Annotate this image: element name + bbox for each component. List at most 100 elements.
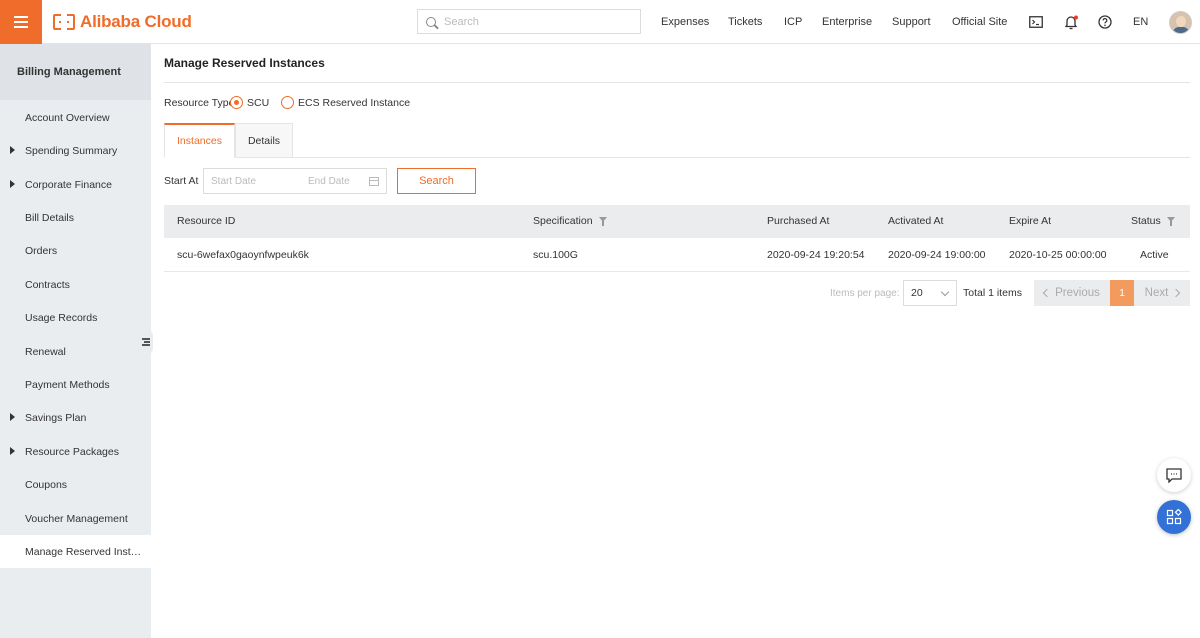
column-label: Status — [1131, 215, 1161, 227]
filter-icon[interactable] — [598, 216, 608, 226]
sidebar-item-label: Coupons — [25, 478, 68, 491]
menu-icon — [14, 16, 28, 28]
cell-purchased-at: 2020-09-24 19:20:54 — [767, 249, 865, 261]
sidebar-item-voucher-management[interactable]: Voucher Management — [0, 502, 151, 535]
sidebar-item-label: Voucher Management — [25, 512, 128, 525]
sidebar: Billing Management Account Overview Spen… — [0, 44, 151, 638]
bell-icon[interactable] — [1063, 14, 1079, 30]
sidebar-item-label: Payment Methods — [25, 378, 110, 391]
sidebar-item-corporate-finance[interactable]: Corporate Finance — [0, 168, 151, 201]
date-range-picker[interactable]: Start Date End Date — [203, 168, 387, 194]
brand-logo[interactable]: Alibaba Cloud — [53, 11, 192, 33]
page-button-1[interactable]: 1 — [1110, 280, 1134, 306]
sidebar-item-resource-packages[interactable]: Resource Packages — [0, 435, 151, 468]
column-label: Specification — [533, 215, 593, 227]
sidebar-item-label: Orders — [25, 244, 58, 257]
resource-type-label: Resource Type — [164, 97, 235, 109]
radio-label: SCU — [247, 96, 270, 109]
cell-expire-at: 2020-10-25 00:00:00 — [1009, 249, 1107, 261]
column-header-purchased-at: Purchased At — [767, 215, 829, 227]
apps-button[interactable] — [1157, 500, 1191, 534]
sidebar-item-usage-records[interactable]: Usage Records — [0, 301, 151, 334]
brand-name: Alibaba Cloud — [80, 12, 192, 31]
sidebar-item-label: Contracts — [25, 278, 70, 291]
caret-right-icon — [10, 146, 15, 154]
radio-scu[interactable]: SCU — [230, 96, 269, 109]
sidebar-item-account-overview[interactable]: Account Overview — [0, 101, 151, 134]
search-input[interactable] — [444, 15, 624, 28]
items-per-page-label: Items per page: — [830, 288, 900, 299]
sidebar-item-label: Resource Packages — [25, 445, 119, 458]
filter-icon[interactable] — [1166, 216, 1176, 226]
caret-right-icon — [10, 180, 15, 188]
sidebar-item-spending-summary[interactable]: Spending Summary — [0, 134, 151, 167]
next-page-button[interactable]: Next — [1134, 280, 1190, 306]
nav-tickets[interactable]: Tickets — [728, 16, 762, 28]
sidebar-item-bill-details[interactable]: Bill Details — [0, 201, 151, 234]
divider — [164, 82, 1190, 83]
collapse-menu-icon — [142, 338, 150, 346]
cell-resource-id: scu-6wefax0gaoynfwpeuk6k — [177, 249, 309, 261]
sidebar-item-label: Savings Plan — [25, 411, 87, 424]
sidebar-collapse-handle[interactable] — [139, 328, 153, 356]
column-header-specification: Specification — [533, 215, 608, 227]
page-title: Manage Reserved Instances — [164, 56, 325, 70]
sidebar-item-label: Account Overview — [25, 111, 110, 124]
end-date-placeholder: End Date — [308, 175, 350, 187]
column-label: Activated At — [888, 215, 944, 227]
alibaba-cloud-logo-icon — [53, 14, 75, 30]
nav-official-site[interactable]: Official Site — [952, 16, 1007, 28]
chat-button[interactable] — [1157, 458, 1191, 492]
language-switcher[interactable]: EN — [1133, 16, 1148, 28]
table-header: Resource ID Specification Purchased At A… — [164, 205, 1190, 238]
items-per-page-value: 20 — [911, 287, 923, 299]
sidebar-item-orders[interactable]: Orders — [0, 234, 151, 267]
nav-enterprise[interactable]: Enterprise — [822, 16, 872, 28]
table-row[interactable]: scu-6wefax0gaoynfwpeuk6k scu.100G 2020-0… — [164, 238, 1190, 272]
caret-right-icon — [10, 413, 15, 421]
column-header-status: Status — [1131, 215, 1176, 227]
column-label: Expire At — [1009, 215, 1052, 227]
sidebar-title: Billing Management — [0, 44, 151, 100]
previous-page-button[interactable]: Previous — [1034, 280, 1110, 306]
sidebar-item-savings-plan[interactable]: Savings Plan — [0, 401, 151, 434]
caret-right-icon — [10, 447, 15, 455]
global-search[interactable] — [417, 9, 641, 34]
sidebar-item-manage-reserved-instances[interactable]: Manage Reserved Inst… — [0, 535, 151, 568]
search-icon — [426, 16, 436, 27]
previous-label: Previous — [1055, 287, 1100, 299]
cell-status: Active — [1140, 249, 1169, 261]
calendar-icon — [369, 177, 379, 186]
nav-expenses[interactable]: Expenses — [661, 16, 709, 28]
tab-details[interactable]: Details — [235, 123, 293, 158]
radio-label: ECS Reserved Instance — [298, 96, 411, 109]
sidebar-item-payment-methods[interactable]: Payment Methods — [0, 368, 151, 401]
sidebar-item-contracts[interactable]: Contracts — [0, 268, 151, 301]
chevron-down-icon — [940, 287, 950, 297]
help-icon[interactable] — [1097, 14, 1113, 30]
nav-icp[interactable]: ICP — [784, 16, 802, 28]
nav-support[interactable]: Support — [892, 16, 931, 28]
radio-ecs-reserved-instance[interactable]: ECS Reserved Instance — [281, 96, 410, 109]
sidebar-item-renewal[interactable]: Renewal — [0, 335, 151, 368]
total-items: Total 1 items — [963, 287, 1022, 299]
chat-icon — [1166, 467, 1182, 483]
next-label: Next — [1144, 287, 1169, 299]
sidebar-item-label: Usage Records — [25, 311, 98, 324]
chevron-left-icon — [1042, 288, 1052, 298]
tab-bar: Instances Details — [164, 123, 1190, 158]
sidebar-item-coupons[interactable]: Coupons — [0, 468, 151, 501]
search-button[interactable]: Search — [397, 168, 476, 194]
radio-checked-icon — [230, 96, 243, 109]
menu-button[interactable] — [0, 0, 42, 44]
tab-instances[interactable]: Instances — [164, 123, 235, 158]
items-per-page-select[interactable]: 20 — [903, 280, 957, 306]
column-header-expire-at: Expire At — [1009, 215, 1051, 227]
cell-specification: scu.100G — [533, 249, 578, 261]
user-avatar[interactable] — [1169, 11, 1192, 34]
apps-icon — [1166, 509, 1182, 525]
sidebar-item-label: Corporate Finance — [25, 178, 112, 191]
radio-unchecked-icon — [281, 96, 294, 109]
terminal-icon[interactable] — [1028, 14, 1044, 30]
chevron-right-icon — [1172, 288, 1181, 298]
